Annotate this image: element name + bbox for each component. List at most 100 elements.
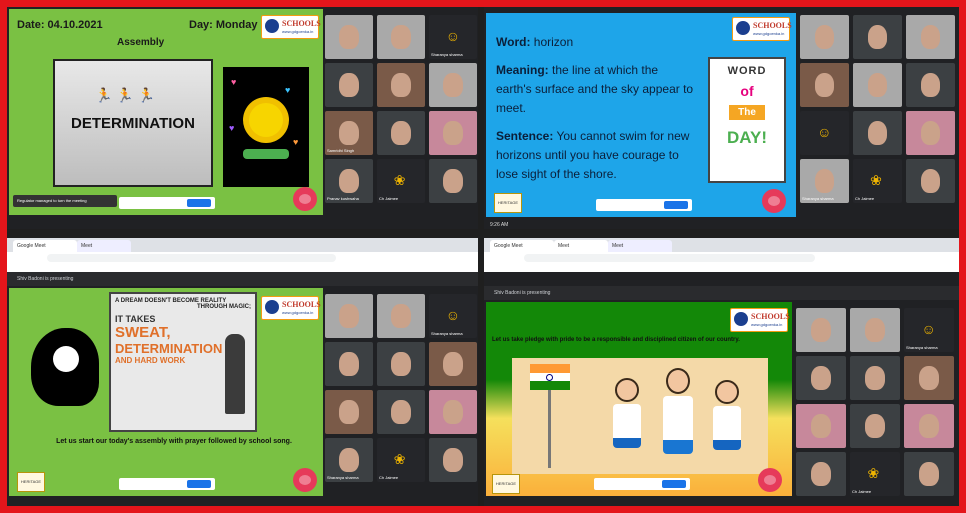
participant-tile[interactable]: [906, 15, 955, 59]
silhouettes-icon: 🏃🏃🏃: [95, 87, 160, 103]
participant-tile[interactable]: [796, 452, 846, 496]
slide-caption: Let us start our today's assembly with p…: [56, 438, 292, 445]
participant-tile[interactable]: [853, 111, 902, 155]
participant-tile[interactable]: [850, 356, 900, 400]
chakra-icon: [546, 373, 553, 381]
avatar-icon: ☺: [921, 321, 936, 338]
slide-heading: Assembly: [117, 37, 165, 48]
participant-tile[interactable]: [906, 159, 955, 203]
small-school-logo: HERITAGE: [492, 474, 520, 494]
participant-tile[interactable]: [325, 15, 373, 59]
participant-tile[interactable]: [850, 308, 900, 352]
browser-tab[interactable]: Meet: [77, 240, 131, 252]
logo-text: SCHOOLS: [753, 21, 792, 30]
meeting-window-top-right: SCHOOLS www.gdgoenka.in Word: horizon Me…: [484, 7, 959, 229]
avatar-icon: ☺: [445, 28, 461, 45]
pledge-text: Let us take pledge with pride to be a re…: [492, 337, 740, 343]
participant-tile[interactable]: [904, 404, 954, 448]
participant-tile[interactable]: [429, 111, 477, 155]
notification-toast: Regulator managed to turn the meeting: [13, 195, 117, 207]
stop-sharing-button[interactable]: [662, 480, 686, 488]
screen-share-bar[interactable]: [119, 478, 215, 490]
participant-tile[interactable]: [429, 438, 477, 482]
pledge-slide: SCHOOLS www.gdgoenka.in Let us take pled…: [486, 302, 792, 496]
heart-icon: ♥: [293, 137, 299, 147]
avatar-icon: ☺: [817, 124, 832, 141]
url-field[interactable]: [524, 254, 815, 262]
participant-tile[interactable]: [796, 308, 846, 352]
participant-gallery: ☺ Sharanya sharma Samridhi Singh Pranav k…: [325, 15, 477, 203]
participant-tile[interactable]: ❀ Ch Jaimee: [853, 159, 902, 203]
participant-tile[interactable]: [796, 404, 846, 448]
participant-tile[interactable]: [377, 294, 425, 338]
participant-tile[interactable]: ☺ Sharanya sharma: [904, 308, 954, 352]
stop-sharing-button[interactable]: [187, 480, 211, 488]
meeting-window-bottom-right: Google Meet Meet Meet Shiv Badoni is pre…: [484, 238, 959, 506]
participant-tile[interactable]: [377, 342, 425, 386]
participant-tile[interactable]: ❀ Ch Jaimee: [377, 159, 425, 203]
participant-tile[interactable]: [377, 63, 425, 107]
heart-icon: ♥: [231, 77, 237, 87]
participant-tile[interactable]: [325, 390, 373, 434]
browser-tab[interactable]: Google Meet: [13, 240, 77, 252]
butterfly-icon: ❀: [393, 451, 406, 468]
participant-tile[interactable]: [429, 159, 477, 203]
screen-share-bar[interactable]: [119, 197, 215, 209]
flag-illustration: [512, 358, 768, 474]
participant-tile[interactable]: [906, 111, 955, 155]
participant-tile[interactable]: [429, 342, 477, 386]
participant-tile[interactable]: ☺: [800, 111, 849, 155]
stop-sharing-button[interactable]: [187, 199, 211, 207]
heart-logo: [762, 189, 786, 213]
banner-word: DETERMINATION: [71, 115, 195, 132]
grass-icon: [243, 149, 289, 159]
participant-tile[interactable]: [429, 390, 477, 434]
date-label: Date: 04.10.2021: [17, 19, 103, 31]
participant-tile[interactable]: [796, 356, 846, 400]
screen-share-bar[interactable]: [596, 199, 692, 211]
participant-tile[interactable]: [325, 63, 373, 107]
participant-tile[interactable]: [853, 63, 902, 107]
butterfly-icon: ❀: [867, 465, 880, 482]
participant-tile[interactable]: ❀ Ch Jaimee: [850, 452, 900, 496]
participant-tile[interactable]: [850, 404, 900, 448]
participant-tile[interactable]: [800, 15, 849, 59]
indian-flag: [530, 364, 570, 390]
flower-hearts-image: ♥ ♥ ♥ ♥: [223, 67, 309, 187]
participant-tile[interactable]: [853, 15, 902, 59]
participant-tile[interactable]: Sharanya sharma: [325, 438, 373, 482]
participant-tile[interactable]: [325, 342, 373, 386]
heart-logo: [293, 187, 317, 211]
screen-share-bar[interactable]: [594, 478, 690, 490]
word-of-day-slide: SCHOOLS www.gdgoenka.in Word: horizon Me…: [486, 13, 796, 217]
participant-tile[interactable]: ☺ Sharanya sharma: [429, 15, 477, 59]
logo-url: www.gdgoenka.in: [282, 29, 314, 34]
small-school-logo: HERITAGE: [494, 193, 522, 213]
participant-tile[interactable]: Pranav kushwaha: [325, 159, 373, 203]
participant-tile[interactable]: [377, 15, 425, 59]
school-logo: SCHOOLS www.gdgoenka.in: [732, 17, 792, 41]
participant-tile[interactable]: [377, 390, 425, 434]
school-logo: SCHOOLS www.gdgoenka.in: [261, 15, 321, 39]
meeting-window-bottom-left: Google Meet Meet Shiv Badoni is presenti…: [7, 238, 478, 506]
participant-tile[interactable]: [906, 63, 955, 107]
participant-tile[interactable]: [325, 294, 373, 338]
participant-tile[interactable]: [429, 63, 477, 107]
browser-tab[interactable]: Meet: [608, 240, 672, 252]
word-label: Word:: [496, 35, 531, 49]
participant-tile[interactable]: Sharanya sharma: [800, 159, 849, 203]
determination-banner: 🏃🏃🏃 DETERMINATION: [53, 59, 213, 187]
participant-tile[interactable]: ☺ Sharanya sharma: [429, 294, 477, 338]
participant-tile[interactable]: [377, 111, 425, 155]
stop-sharing-button[interactable]: [664, 201, 688, 209]
participant-tile[interactable]: ❀ Ch Jaimee: [377, 438, 425, 482]
participant-tile[interactable]: [904, 356, 954, 400]
url-field[interactable]: [47, 254, 336, 262]
browser-tab[interactable]: Meet: [554, 240, 608, 252]
presenter-banner: Shiv Badoni is presenting: [484, 286, 959, 300]
word-value: horizon: [533, 35, 574, 49]
browser-tab[interactable]: Google Meet: [490, 240, 554, 252]
participant-tile[interactable]: Samridhi Singh: [325, 111, 373, 155]
participant-tile[interactable]: [800, 63, 849, 107]
participant-tile[interactable]: [904, 452, 954, 496]
